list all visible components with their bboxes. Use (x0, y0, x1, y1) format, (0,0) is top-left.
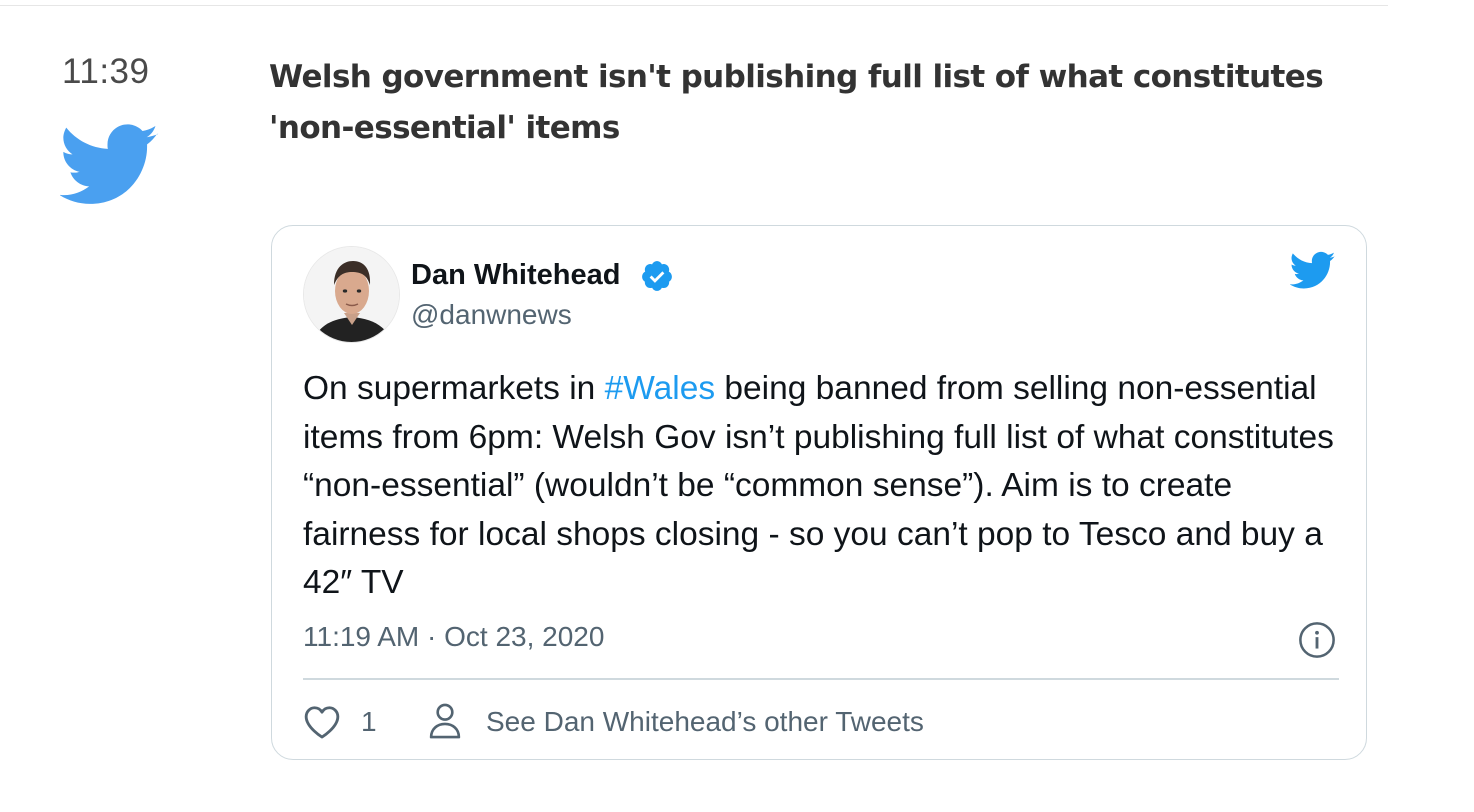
author-handle[interactable]: @danwnews (411, 299, 572, 331)
entry-divider (0, 5, 1388, 6)
author-photo (304, 247, 399, 342)
tweet-text-before: On supermarkets in (303, 370, 605, 407)
embedded-tweet-card[interactable]: Dan Whitehead @danwnews On supermarkets … (271, 225, 1367, 760)
person-icon[interactable] (427, 702, 463, 740)
avatar[interactable] (303, 246, 400, 343)
verified-badge-icon (642, 261, 672, 291)
hashtag-link[interactable]: #Wales (605, 370, 715, 407)
like-count[interactable]: 1 (361, 706, 377, 738)
author-name[interactable]: Dan Whitehead (411, 259, 620, 292)
twitter-bird-icon[interactable] (1290, 251, 1336, 291)
twitter-bird-icon (60, 124, 159, 204)
live-blog-entry: 11:39 Welsh government isn't publishing … (0, 0, 1474, 812)
tweet-divider (303, 678, 1339, 680)
post-headline: Welsh government isn't publishing full l… (269, 59, 1324, 146)
tweet-text: On supermarkets in #Wales being banned f… (303, 365, 1343, 608)
post-time: 11:39 (62, 52, 150, 91)
info-icon[interactable] (1298, 621, 1336, 659)
heart-icon[interactable] (303, 704, 341, 740)
see-other-tweets-link[interactable]: See Dan Whitehead’s other Tweets (486, 706, 924, 738)
tweet-timestamp[interactable]: 11:19 AM · Oct 23, 2020 (303, 621, 604, 653)
